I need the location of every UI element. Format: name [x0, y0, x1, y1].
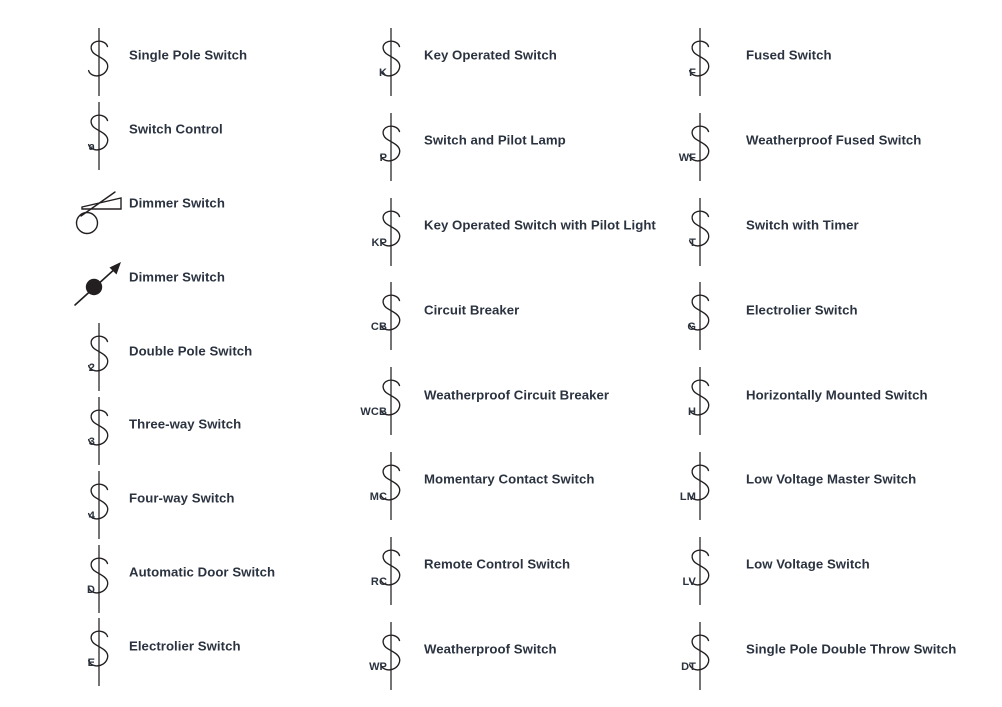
symbol-prefix-label: RC: [370, 575, 387, 588]
symbol-description-label: Switch Control: [129, 121, 223, 137]
switch-s-symbol: [87, 28, 109, 96]
symbol-description-label: Low Voltage Master Switch: [746, 471, 917, 487]
symbol-description-label: Key Operated Switch: [424, 47, 557, 63]
switch-s-symbol: [87, 618, 109, 687]
switch-s-symbol: [379, 197, 401, 266]
symbol-description-label: Fused Switch: [746, 47, 832, 63]
symbol-description-label: Automatic Door Switch: [129, 564, 276, 580]
symbol-prefix-label: F: [689, 67, 696, 79]
switch-s-symbol: [688, 282, 710, 351]
symbol-prefix-label: WP: [369, 660, 387, 673]
symbol-prefix-label: 2: [88, 362, 95, 375]
symbol-prefix-label: WCB: [360, 406, 387, 419]
symbol-prefix-label: a: [88, 140, 95, 153]
symbol-description-label: Electrolier Switch: [746, 302, 858, 318]
switch-s-symbol: [379, 452, 401, 520]
switch-s-symbol: [379, 28, 401, 96]
symbol-prefix-label: KP: [371, 236, 387, 249]
symbol-prefix-label: T: [689, 236, 696, 249]
switch-symbols-legend: Single Pole Switch a Switch Control Dimme…: [0, 0, 1002, 707]
symbol-prefix-label: K: [378, 67, 387, 79]
dimmer-arrow-symbol: [74, 262, 121, 307]
symbol-description-label: Dimmer Switch: [129, 269, 225, 285]
symbol-description-label: Double Pole Switch: [129, 342, 253, 358]
symbol-description-label: Electrolier Switch: [129, 638, 241, 654]
symbol-prefix-label: D: [86, 583, 95, 596]
symbol-description-label: Momentary Contact Switch: [424, 471, 595, 487]
symbol-description-label: Key Operated Switch with Pilot Light: [424, 217, 656, 233]
switch-s-symbol: [379, 367, 401, 436]
symbol-prefix-label: 3: [88, 436, 95, 448]
symbol-prefix-label: DT: [681, 660, 696, 673]
switch-s-symbol: [87, 101, 109, 170]
symbol-description-label: Three-way Switch: [129, 416, 242, 432]
symbol-description-label: Switch with Timer: [746, 217, 859, 233]
switch-s-symbol: [379, 282, 401, 351]
symbol-description-label: Dimmer Switch: [129, 195, 225, 211]
symbol-prefix-label: CB: [370, 321, 387, 334]
symbol-description-label: Four-way Switch: [129, 490, 235, 506]
switch-s-symbol: [688, 621, 710, 690]
symbol-description-label: Single Pole Switch: [129, 47, 248, 63]
symbol-prefix-label: P: [379, 151, 387, 164]
switch-s-symbol: [379, 112, 401, 181]
switch-s-symbol: [87, 397, 109, 465]
switch-s-symbol: [379, 621, 401, 690]
symbol-prefix-label: E: [87, 657, 95, 670]
switch-s-symbol: [379, 536, 401, 605]
symbol-description-label: Remote Control Switch: [424, 556, 571, 572]
symbol-prefix-label: 4: [88, 509, 95, 522]
switch-s-symbol: [87, 470, 109, 539]
switch-s-symbol: [688, 112, 710, 181]
symbol-prefix-label: G: [687, 321, 696, 334]
symbol-description-label: Single Pole Double Throw Switch: [746, 641, 957, 657]
symbol-prefix-label: H: [687, 406, 696, 419]
symbol-description-label: Switch and Pilot Lamp: [424, 132, 566, 148]
symbol-prefix-label: LM: [679, 491, 696, 503]
symbol-prefix-label: LV: [682, 575, 696, 588]
symbol-description-label: Weatherproof Circuit Breaker: [424, 386, 610, 402]
switch-s-symbol: [688, 28, 710, 96]
symbol-prefix-label: MC: [369, 491, 387, 503]
symbol-description-label: Low Voltage Switch: [746, 556, 870, 572]
switch-s-symbol: [688, 536, 710, 605]
switch-s-symbol: [688, 452, 710, 520]
symbol-description-label: Weatherproof Switch: [424, 641, 557, 657]
symbol-description-label: Horizontally Mounted Switch: [746, 386, 928, 402]
switch-s-symbol: [87, 323, 109, 392]
switch-s-symbol: [688, 197, 710, 266]
symbol-description-label: Weatherproof Fused Switch: [746, 132, 922, 148]
switch-s-symbol: [688, 367, 710, 436]
switch-s-symbol: [87, 544, 109, 613]
symbol-description-label: Circuit Breaker: [424, 302, 520, 318]
symbol-prefix-label: WF: [678, 151, 696, 164]
dimmer-rheostat-symbol: [75, 190, 122, 234]
